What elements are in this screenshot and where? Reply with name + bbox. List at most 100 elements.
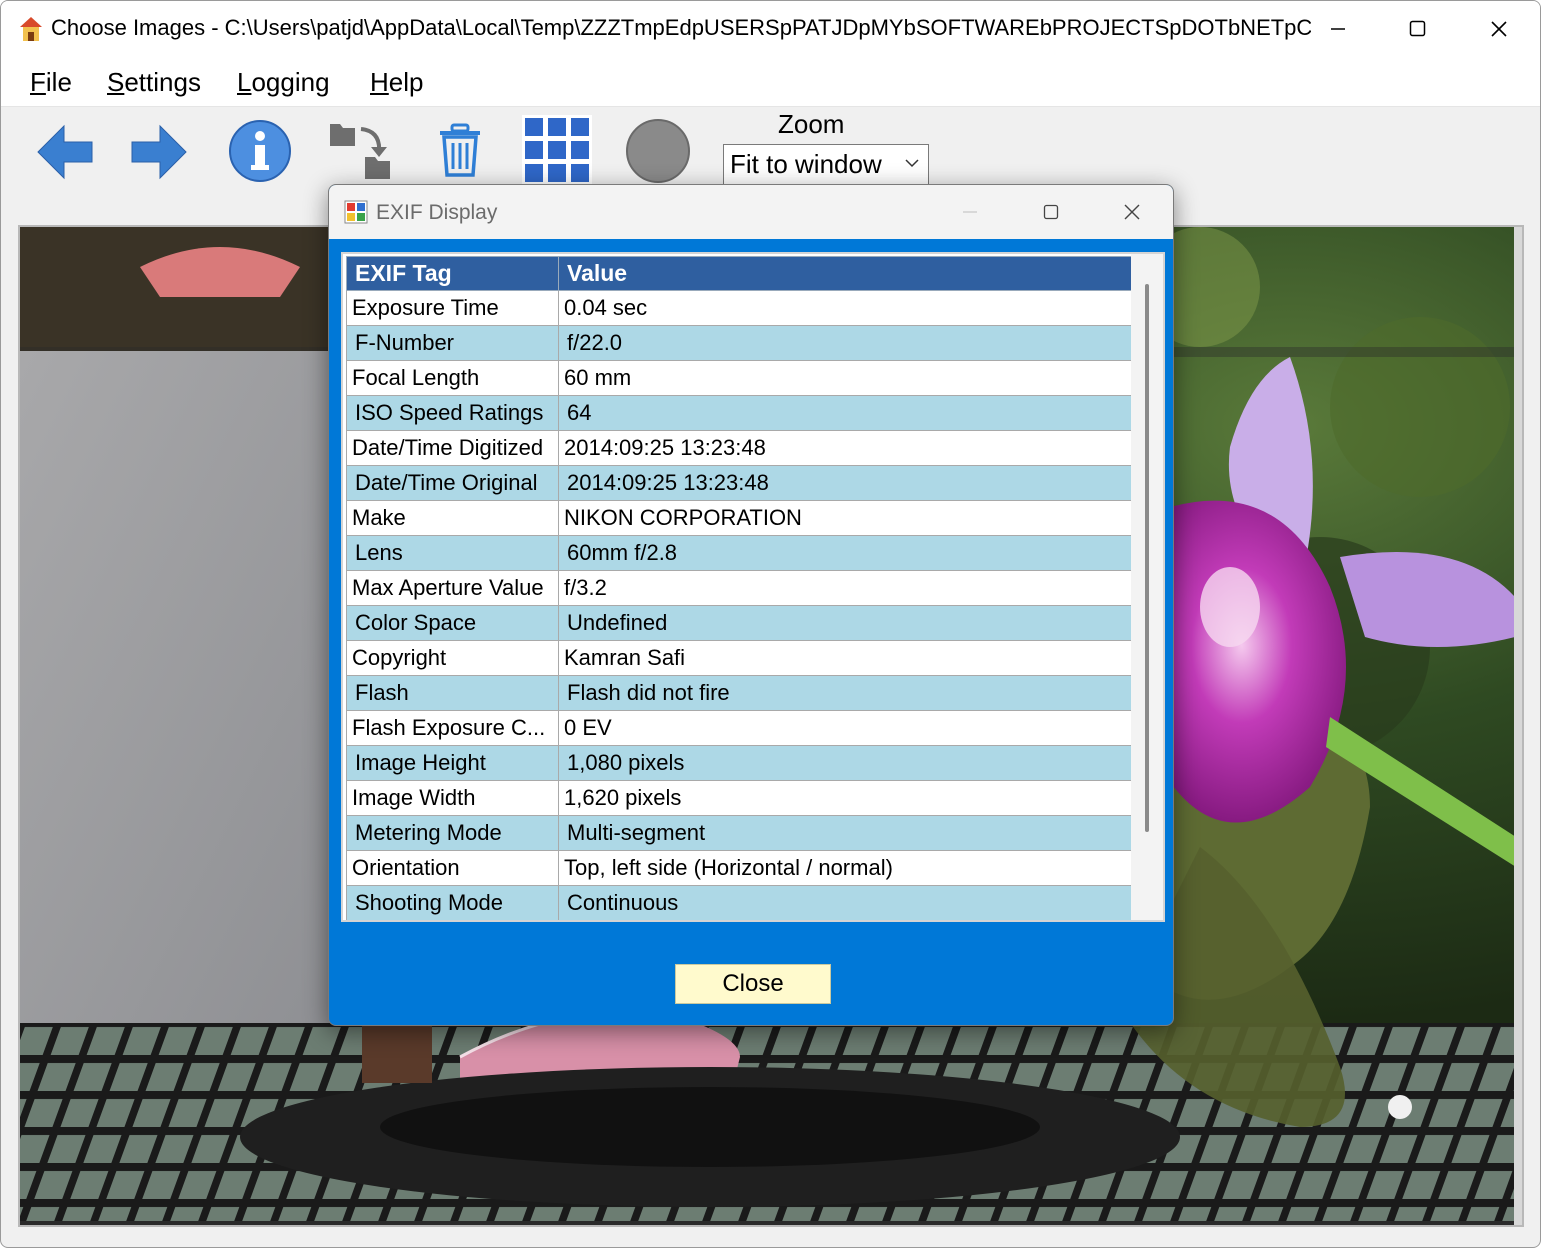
- table-row[interactable]: Metering Mode Multi-segment: [346, 815, 1134, 851]
- exif-value-cell: f/22.0: [558, 325, 1134, 361]
- exif-tag-cell: Metering Mode: [346, 815, 559, 851]
- grid-icon: [522, 115, 592, 185]
- arrow-right-icon: [131, 124, 187, 180]
- form-icon: [344, 200, 368, 224]
- move-file-button[interactable]: [327, 117, 395, 183]
- table-row[interactable]: Max Aperture Value f/3.2: [346, 570, 1134, 606]
- table-row[interactable]: Color Space Undefined: [346, 605, 1134, 641]
- table-row[interactable]: F-Number f/22.0: [346, 325, 1134, 361]
- dialog-minimize-button[interactable]: [935, 185, 1005, 239]
- exif-tag-cell: Make: [346, 500, 559, 536]
- menu-logging[interactable]: Logging: [237, 67, 330, 98]
- exif-tag-cell: Exposure Time: [346, 290, 559, 326]
- close-window-button[interactable]: [1459, 1, 1539, 57]
- exif-value-cell: 1,620 pixels: [558, 780, 1134, 816]
- exif-tag-cell: Date/Time Digitized: [346, 430, 559, 466]
- chevron-down-icon: [905, 159, 919, 168]
- menu-bar: File Settings Logging Help: [1, 57, 1540, 107]
- exif-value-cell: 0.04 sec: [558, 290, 1134, 326]
- close-icon: [1124, 204, 1140, 220]
- menu-file[interactable]: File: [30, 67, 72, 98]
- table-row[interactable]: Date/Time Digitized 2014:09:25 13:23:48: [346, 430, 1134, 466]
- arrow-left-icon: [37, 124, 93, 180]
- zoom-select[interactable]: Fit to window: [723, 144, 929, 186]
- menu-file-mnemonic: F: [30, 67, 46, 97]
- exif-tag-cell: Shooting Mode: [346, 885, 559, 920]
- exif-tag-cell: Flash Exposure C...: [346, 710, 559, 746]
- slideshow-button[interactable]: [625, 118, 691, 184]
- delete-button[interactable]: [434, 121, 486, 181]
- menu-help[interactable]: Help: [370, 67, 423, 98]
- exif-dialog-title: EXIF Display: [376, 201, 498, 224]
- column-header-tag[interactable]: EXIF Tag: [346, 256, 559, 291]
- exif-table: EXIF Tag Value Exposure Time 0.04 sec F-Nu…: [346, 256, 1134, 920]
- exif-tag-cell: Focal Length: [346, 360, 559, 396]
- exif-tag-cell: Color Space: [346, 605, 559, 641]
- menu-logging-label: ogging: [251, 67, 330, 97]
- exif-value-cell: Top, left side (Horizontal / normal): [558, 850, 1134, 886]
- exif-value-cell: Undefined: [558, 605, 1134, 641]
- title-bar[interactable]: Choose Images - C:\Users\patjd\AppData\L…: [1, 1, 1540, 57]
- exif-value-cell: NIKON CORPORATION: [558, 500, 1134, 536]
- trash-icon: [440, 123, 480, 177]
- table-row[interactable]: Orientation Top, left side (Horizontal / …: [346, 850, 1134, 886]
- table-row[interactable]: Flash Exposure C... 0 EV: [346, 710, 1134, 746]
- app-icon: [20, 17, 42, 41]
- next-image-button[interactable]: [129, 121, 189, 183]
- table-row[interactable]: Shooting Mode Continuous: [346, 885, 1134, 920]
- table-row[interactable]: Make NIKON CORPORATION: [346, 500, 1134, 536]
- maximize-button[interactable]: [1378, 1, 1458, 57]
- table-row[interactable]: Image Height 1,080 pixels: [346, 745, 1134, 781]
- exif-tag-cell: Date/Time Original: [346, 465, 559, 501]
- exif-value-cell: Multi-segment: [558, 815, 1134, 851]
- exif-grid-scrollbar[interactable]: [1131, 254, 1163, 920]
- exif-grid-scroll-thumb[interactable]: [1145, 284, 1149, 832]
- column-header-value[interactable]: Value: [558, 256, 1134, 291]
- exif-tag-cell: F-Number: [346, 325, 559, 361]
- menu-file-label: ile: [45, 67, 72, 97]
- previous-image-button[interactable]: [35, 121, 95, 183]
- exif-value-cell: 0 EV: [558, 710, 1134, 746]
- menu-settings[interactable]: Settings: [107, 67, 201, 98]
- exif-tag-cell: Max Aperture Value: [346, 570, 559, 606]
- minimize-icon: [963, 211, 977, 213]
- exif-grid[interactable]: EXIF Tag Value Exposure Time 0.04 sec F-Nu…: [341, 252, 1165, 922]
- exif-value-cell: 60 mm: [558, 360, 1134, 396]
- exif-tag-cell: ISO Speed Ratings: [346, 395, 559, 431]
- info-button[interactable]: [228, 119, 292, 183]
- main-window: Choose Images - C:\Users\patjd\AppData\L…: [0, 0, 1541, 1248]
- table-row[interactable]: Flash Flash did not fire: [346, 675, 1134, 711]
- exif-dialog: EXIF Display EXIF Tag Value Exposure Tim…: [328, 184, 1174, 1026]
- table-row[interactable]: Image Width 1,620 pixels: [346, 780, 1134, 816]
- table-row[interactable]: Lens 60mm f/2.8: [346, 535, 1134, 571]
- circle-icon: [626, 119, 690, 183]
- zoom-label: Zoom: [778, 109, 845, 139]
- exif-value-cell: 64: [558, 395, 1134, 431]
- exif-value-cell: Kamran Safi: [558, 640, 1134, 676]
- menu-help-label: elp: [388, 67, 424, 97]
- table-row[interactable]: Copyright Kamran Safi: [346, 640, 1134, 676]
- dialog-maximize-button[interactable]: [1016, 185, 1086, 239]
- table-row[interactable]: Date/Time Original 2014:09:25 13:23:48: [346, 465, 1134, 501]
- window-title: Choose Images - C:\Users\patjd\AppData\L…: [51, 15, 1311, 40]
- viewer-scrollbar[interactable]: [1514, 227, 1522, 1225]
- exif-value-cell: 2014:09:25 13:23:48: [558, 465, 1134, 501]
- zoom-select-value: Fit to window: [730, 149, 882, 179]
- minimize-icon: [1331, 28, 1345, 30]
- table-row[interactable]: Focal Length 60 mm: [346, 360, 1134, 396]
- exif-tag-cell: Orientation: [346, 850, 559, 886]
- exif-value-cell: 60mm f/2.8: [558, 535, 1134, 571]
- exif-tag-cell: Image Width: [346, 780, 559, 816]
- dialog-close-icon-button[interactable]: [1097, 185, 1167, 239]
- menu-settings-label: ettings: [124, 67, 201, 97]
- table-row[interactable]: Exposure Time 0.04 sec: [346, 290, 1134, 326]
- exif-value-cell: Continuous: [558, 885, 1134, 920]
- exif-value-cell: f/3.2: [558, 570, 1134, 606]
- exif-dialog-title-bar[interactable]: EXIF Display: [329, 185, 1173, 239]
- close-button[interactable]: Close: [675, 964, 831, 1004]
- thumbnail-grid-button[interactable]: [522, 115, 592, 185]
- exif-tag-cell: Image Height: [346, 745, 559, 781]
- minimize-button[interactable]: [1298, 1, 1378, 57]
- table-row[interactable]: ISO Speed Ratings 64: [346, 395, 1134, 431]
- exif-value-cell: 2014:09:25 13:23:48: [558, 430, 1134, 466]
